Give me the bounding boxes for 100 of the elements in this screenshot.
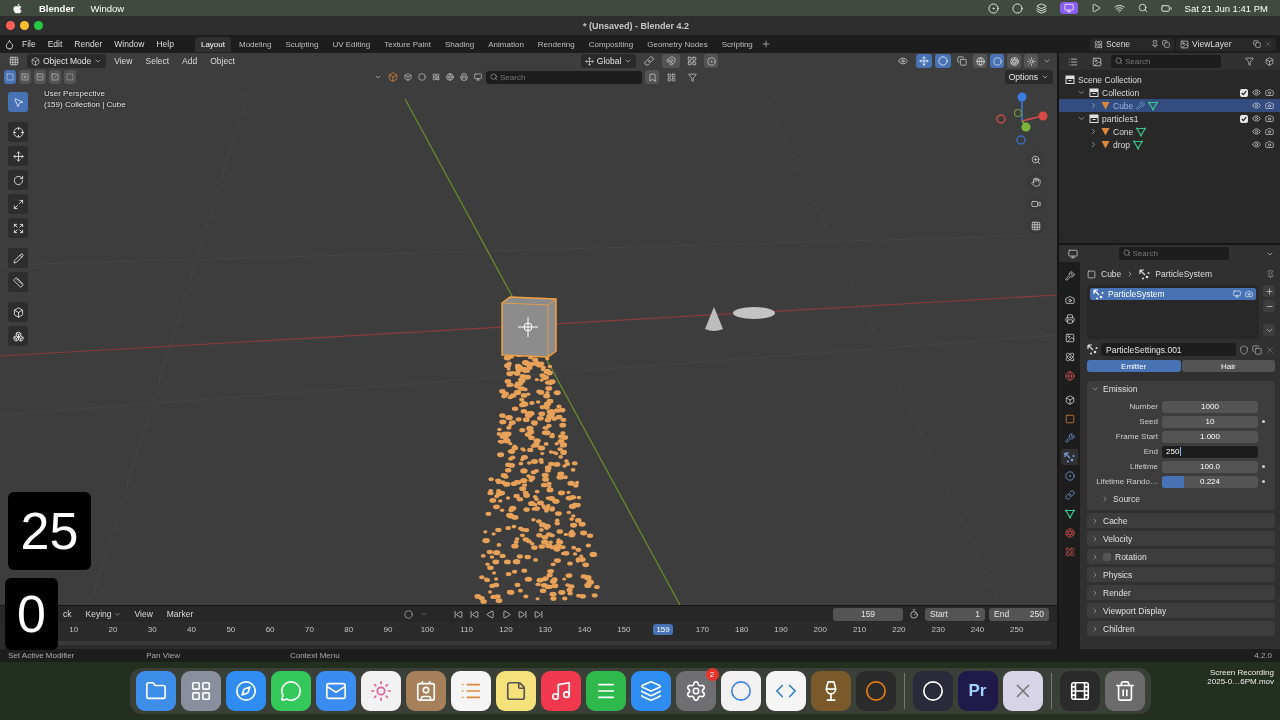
frame-number: 210: [851, 625, 868, 634]
frame-number: 100: [419, 625, 435, 634]
workspace-tab[interactable]: Rendering: [531, 36, 581, 52]
frame-number: 130: [537, 625, 553, 634]
menu-item[interactable]: Object: [205, 55, 240, 67]
frame-number: 150: [616, 625, 632, 634]
number-field[interactable]: 1.000: [1162, 430, 1258, 443]
file-name: 2025-0…6PM.mov: [1207, 677, 1274, 686]
file-title: Screen Recording: [1209, 668, 1274, 677]
context-info: (159) Collection | Cube: [44, 100, 126, 109]
search-field[interactable]: Search: [1111, 55, 1221, 68]
menu-item[interactable]: Select: [140, 55, 175, 67]
search-field[interactable]: Search: [1118, 247, 1229, 260]
status-hint: Pan View: [146, 651, 180, 660]
panel-header[interactable]: Render: [1087, 585, 1275, 600]
app-icon[interactable]: Pr: [957, 671, 998, 711]
workspace-tab[interactable]: Geometry Nodes: [641, 36, 714, 52]
field-label: Lifetime Rando…: [1095, 477, 1158, 486]
field-label: Lifetime: [1129, 462, 1158, 471]
settings-name-field[interactable]: ParticleSettings.001: [1101, 343, 1236, 356]
menu-item[interactable]: Keying: [80, 608, 126, 620]
outliner-row[interactable]: Collection: [1059, 86, 1280, 99]
frame-number: 240: [969, 625, 986, 634]
scene-selector[interactable]: Scene: [1090, 37, 1174, 51]
outliner-row[interactable]: particles1: [1059, 112, 1280, 125]
workspace-tab[interactable]: Scripting: [715, 36, 759, 52]
number-field[interactable]: 10: [1162, 415, 1258, 428]
outliner-row[interactable]: drop: [1059, 138, 1280, 151]
keystroke-overlay: 25: [8, 492, 91, 570]
keystroke-overlay: 0: [5, 578, 58, 650]
version-label: 4.2.0: [1254, 651, 1272, 660]
outliner-row[interactable]: Scene Collection: [1059, 73, 1280, 86]
menu-item[interactable]: Window: [109, 38, 150, 50]
menu-item[interactable]: Add: [177, 55, 203, 67]
menu-item[interactable]: View: [129, 608, 158, 620]
frame-number: 110: [459, 625, 474, 634]
field-label: End: [1142, 447, 1158, 456]
field-label: Seed: [1138, 417, 1158, 426]
view-layer-selector[interactable]: ViewLayer: [1176, 37, 1276, 51]
field-label: Frame Start: [1114, 432, 1158, 441]
frame-number: 180: [734, 625, 750, 634]
frame-number: 230: [930, 625, 946, 634]
panel-header[interactable]: Children: [1087, 621, 1275, 636]
panel-header[interactable]: Rotation: [1087, 549, 1275, 564]
menu-item[interactable]: ck: [58, 608, 77, 620]
frame-number: 90: [382, 625, 394, 634]
workspace-tab[interactable]: Texture Paint: [378, 36, 437, 52]
frame-number: 140: [576, 625, 593, 634]
current-frame-field[interactable]: 159: [833, 607, 903, 621]
orientation-dropdown[interactable]: Global: [580, 54, 637, 68]
menu-item[interactable]: Help: [151, 38, 179, 50]
frame-number: 200: [812, 625, 828, 634]
app-icon[interactable]: 2: [675, 671, 716, 711]
slider[interactable]: 0.224: [1162, 475, 1258, 488]
list-item[interactable]: ParticleSystem: [1090, 288, 1256, 300]
frame-number: 40: [186, 625, 197, 634]
menu-item[interactable]: Render: [69, 38, 108, 50]
panel-header[interactable]: Viewport Display: [1087, 603, 1275, 618]
workspace-tab[interactable]: UV Editing: [326, 36, 377, 52]
status-hint: Context Menu: [289, 651, 340, 660]
frame-number: 50: [225, 625, 237, 634]
frame-number: 80: [343, 625, 355, 634]
breadcrumb-item: ParticleSystem: [1155, 269, 1212, 279]
notification-badge: 2: [705, 668, 719, 681]
panel-header[interactable]: Emission: [1087, 381, 1275, 396]
type-tab[interactable]: Emitter: [1087, 360, 1181, 372]
workspace-tab[interactable]: Modeling: [233, 36, 278, 52]
search-field[interactable]: Search: [486, 70, 642, 84]
menu-item[interactable]: View: [109, 55, 138, 67]
frame-number: 60: [264, 625, 276, 634]
workspace-tab[interactable]: Compositing: [582, 36, 640, 52]
number-field[interactable]: 1000: [1162, 400, 1258, 413]
type-tab[interactable]: Hair: [1181, 360, 1275, 372]
workspace-tab[interactable]: Animation: [482, 36, 530, 52]
current-frame-marker[interactable]: 159: [653, 624, 673, 635]
frame-number: 30: [146, 625, 158, 634]
number-field[interactable]: 100.0: [1162, 460, 1258, 473]
subpanel-header[interactable]: Source: [1087, 490, 1275, 506]
menu-item[interactable]: Edit: [42, 38, 68, 50]
panel-header[interactable]: Cache: [1087, 513, 1275, 528]
end-frame-field[interactable]: End 250: [989, 607, 1049, 621]
panel-header[interactable]: Velocity: [1087, 531, 1275, 546]
window-title: * (Unsaved) - Blender 4.2: [582, 20, 690, 31]
start-frame-field[interactable]: Start 1: [925, 607, 985, 621]
menu-item[interactable]: File: [17, 38, 41, 50]
workspace-tab[interactable]: Layout: [194, 36, 231, 52]
outliner-row[interactable]: Cone: [1059, 125, 1280, 138]
view-name: User Perspective: [44, 89, 105, 98]
menu-item[interactable]: Window: [90, 2, 125, 14]
workspace-tab[interactable]: Shading: [438, 36, 481, 52]
number-field[interactable]: 250: [1162, 445, 1258, 458]
options-dropdown[interactable]: Options: [1004, 70, 1053, 84]
workspace-tab[interactable]: Sculpting: [279, 36, 325, 52]
outliner-row[interactable]: Cube: [1059, 99, 1280, 112]
mode-dropdown[interactable]: Object Mode: [27, 54, 107, 68]
panel-header[interactable]: Physics: [1087, 567, 1275, 582]
frame-number: 10: [68, 625, 80, 634]
frame-number: 220: [891, 625, 907, 634]
menu-item[interactable]: Marker: [161, 608, 199, 620]
app-menu[interactable]: Blender: [39, 2, 75, 14]
